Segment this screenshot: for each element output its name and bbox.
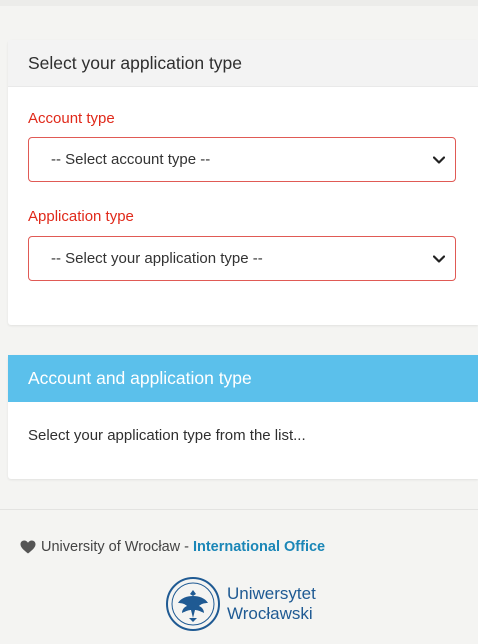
footer-separator: - <box>184 539 189 555</box>
top-bar <box>0 0 478 6</box>
chevron-down-icon <box>433 155 445 164</box>
account-type-select[interactable]: -- Select account type -- <box>28 137 456 182</box>
application-type-form-card: Select your application type Account typ… <box>8 40 478 325</box>
account-type-selected-value: -- Select account type -- <box>51 151 211 168</box>
university-logo: Uniwersytet Wrocławski <box>165 576 316 632</box>
account-type-label: Account type <box>28 110 115 127</box>
application-type-selected-value: -- Select your application type -- <box>51 250 263 267</box>
footer-divider <box>0 509 478 510</box>
chevron-down-icon <box>433 254 445 263</box>
application-type-label: Application type <box>28 208 134 225</box>
logo-line-1: Uniwersytet <box>227 584 316 603</box>
info-card-title: Account and application type <box>8 355 478 402</box>
heart-icon <box>20 540 36 554</box>
university-name: University of Wrocław <box>41 539 181 555</box>
international-office-link[interactable]: International Office <box>193 539 325 555</box>
logo-line-2: Wrocławski <box>227 604 313 623</box>
account-application-info-card: Account and application type Select your… <box>8 355 478 479</box>
application-type-select[interactable]: -- Select your application type -- <box>28 236 456 281</box>
form-card-title: Select your application type <box>8 40 478 87</box>
info-card-body: Select your application type from the li… <box>28 427 306 444</box>
university-seal-icon <box>166 577 220 631</box>
footer-credit: University of Wrocław - International Of… <box>20 539 325 555</box>
